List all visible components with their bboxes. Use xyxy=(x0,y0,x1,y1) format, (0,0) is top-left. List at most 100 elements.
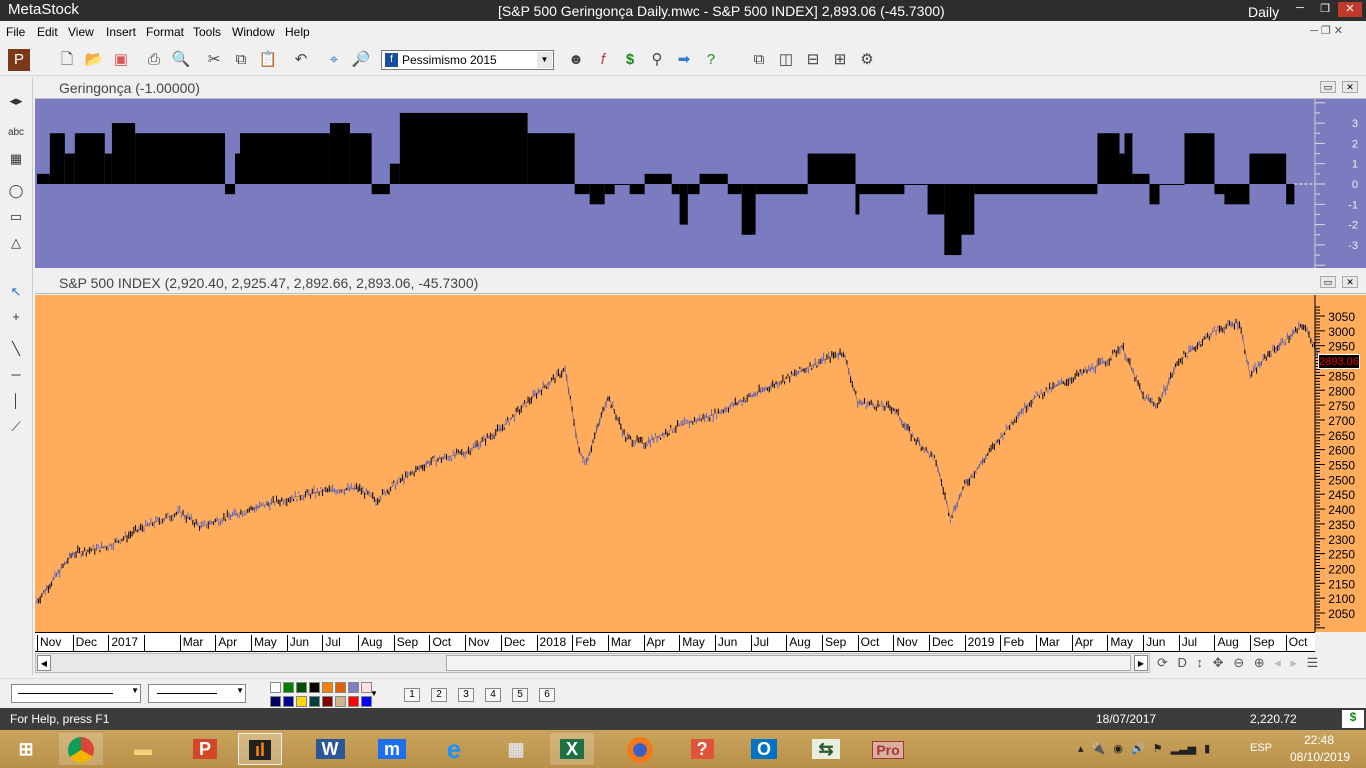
expert-icon[interactable]: ☻ xyxy=(565,49,587,71)
minimize-button[interactable]: ─ xyxy=(1288,2,1312,17)
expert-combo[interactable]: f Pessimismo 2015 ▼ xyxy=(381,50,554,70)
menu-view[interactable]: View xyxy=(68,25,94,39)
color-swatch[interactable] xyxy=(270,682,281,693)
tray-time[interactable]: 22:48 xyxy=(1304,733,1334,747)
text-tool-icon[interactable]: abc xyxy=(5,123,27,143)
menu-format[interactable]: Format xyxy=(146,25,184,39)
windows-start-icon[interactable]: ⊞ xyxy=(4,733,48,765)
help-app-icon[interactable]: ? xyxy=(690,739,714,759)
chrome-icon[interactable] xyxy=(59,733,103,765)
indicator-panel[interactable]: 3 2 1 0 -1 -2 -3 xyxy=(35,99,1366,268)
color-swatch[interactable] xyxy=(335,695,346,707)
settings-gear-icon[interactable]: ⚙ xyxy=(856,49,878,71)
color-swatch[interactable] xyxy=(283,695,294,707)
open-icon[interactable]: 📂 xyxy=(83,49,105,71)
close-button[interactable]: ✕ xyxy=(1338,2,1362,17)
chevron-down-icon[interactable]: ▼ xyxy=(537,52,552,68)
maxthon-icon[interactable]: m xyxy=(377,739,406,759)
outlook-icon[interactable]: O xyxy=(750,739,777,759)
word-icon[interactable]: W xyxy=(315,739,345,759)
firefox-icon[interactable] xyxy=(627,737,653,764)
prev-icon[interactable]: ◂ xyxy=(1274,655,1281,670)
color-swatch[interactable] xyxy=(309,695,320,707)
tray-date[interactable]: 08/10/2019 xyxy=(1290,750,1350,764)
pan-icon[interactable]: ✥ xyxy=(1213,655,1224,670)
chevron-down-icon[interactable]: ▼ xyxy=(370,689,378,698)
scroll-left-button[interactable]: ◀ xyxy=(37,655,51,671)
close-panel-button[interactable]: ✕ xyxy=(1342,81,1358,93)
zoom-icon[interactable]: 🔎 xyxy=(350,49,372,71)
metastock-icon[interactable]: ıl xyxy=(238,733,282,765)
color-swatch[interactable] xyxy=(309,682,320,693)
undo-icon[interactable]: ↶ xyxy=(290,49,312,71)
file-explorer-icon[interactable]: ▬ xyxy=(121,733,165,765)
arrow-right-icon[interactable]: ➡ xyxy=(673,49,695,71)
triangle-tool-icon[interactable]: △ xyxy=(5,233,27,253)
tile-horizontal-icon[interactable]: ⊟ xyxy=(802,49,824,71)
pointer-tool-icon[interactable]: ↖ xyxy=(5,282,27,302)
color-swatch[interactable] xyxy=(335,682,346,693)
metastock-logo-icon[interactable]: P xyxy=(8,49,30,71)
scroll-right-button[interactable]: ▶ xyxy=(1134,655,1148,671)
excel-icon[interactable]: X xyxy=(559,739,584,759)
calculator-icon[interactable]: ▦ xyxy=(494,733,538,765)
color-swatch[interactable] xyxy=(348,695,359,707)
project-icon[interactable]: ⇆ xyxy=(812,739,840,759)
color-swatch[interactable] xyxy=(322,695,333,707)
powerpoint-icon[interactable]: P xyxy=(192,739,217,759)
color-swatch[interactable] xyxy=(283,682,294,693)
horizontal-line-tool-icon[interactable]: ─ xyxy=(5,365,27,385)
copy-icon[interactable]: ⧉ xyxy=(230,49,252,71)
layout-button-2[interactable]: 2 xyxy=(431,688,447,702)
price-panel[interactable]: 3050300029502900285028002750270026502600… xyxy=(35,295,1366,632)
color-swatch[interactable] xyxy=(296,695,307,707)
scroll-thumb[interactable] xyxy=(446,655,1131,671)
menu-window[interactable]: Window xyxy=(232,25,275,39)
rectangle-tool-icon[interactable]: ▭ xyxy=(5,207,27,227)
cascade-icon[interactable]: ⧉ xyxy=(748,49,770,71)
tray-icons[interactable]: ▴ 🔌 ◉ 🔊 ⚑ ▂▃▅ ▮ xyxy=(1078,742,1210,755)
color-swatch[interactable] xyxy=(296,682,307,693)
next-icon[interactable]: ▸ xyxy=(1290,655,1297,670)
vertical-line-tool-icon[interactable]: │ xyxy=(5,391,27,411)
layout-button-3[interactable]: 3 xyxy=(458,688,474,702)
crosshair-tool-icon[interactable]: + xyxy=(5,307,27,327)
grid-tool-icon[interactable]: ▦ xyxy=(5,149,27,169)
color-swatch[interactable] xyxy=(322,682,333,693)
menu-insert[interactable]: Insert xyxy=(106,25,136,39)
color-swatch[interactable] xyxy=(348,682,359,693)
periodicity-button[interactable]: D xyxy=(1178,655,1187,670)
layout-button-4[interactable]: 4 xyxy=(485,688,501,702)
menu-help[interactable]: Help xyxy=(285,25,310,39)
layout-button-1[interactable]: 1 xyxy=(404,688,420,702)
paste-icon[interactable]: 📋 xyxy=(257,49,279,71)
horizontal-scrollbar[interactable]: ◀ ▶ xyxy=(35,653,1150,673)
restore-button[interactable]: ❐ xyxy=(1313,2,1337,17)
save-icon[interactable]: ▣ xyxy=(110,49,132,71)
maximize-panel-button[interactable]: ▭ xyxy=(1320,276,1336,288)
zoom-in-icon[interactable]: ⊕ xyxy=(1254,655,1265,670)
help-pointer-icon[interactable]: ? xyxy=(700,49,722,71)
pro-app-icon[interactable]: Pro xyxy=(872,741,904,759)
maximize-panel-button[interactable]: ▭ xyxy=(1320,81,1336,93)
tile-grid-icon[interactable]: ⊞ xyxy=(829,49,851,71)
list-icon[interactable]: ☰ xyxy=(1307,655,1319,670)
vertical-scale-icon[interactable]: ↕ xyxy=(1197,655,1204,670)
internet-explorer-icon[interactable]: e xyxy=(432,733,476,765)
tile-vertical-icon[interactable]: ◫ xyxy=(775,49,797,71)
print-icon[interactable]: ⎙ xyxy=(143,49,165,71)
formula-icon[interactable]: f xyxy=(592,49,614,71)
explorer-binoculars-icon[interactable]: ⚲ xyxy=(646,49,668,71)
trendline-tool-icon[interactable]: ╲ xyxy=(5,339,27,359)
refresh-icon[interactable]: ⟳ xyxy=(1157,655,1168,670)
layout-button-6[interactable]: 6 xyxy=(539,688,555,702)
layout-button-5[interactable]: 5 xyxy=(512,688,528,702)
close-panel-button[interactable]: ✕ xyxy=(1342,276,1358,288)
ellipse-tool-icon[interactable]: ◯ xyxy=(5,181,27,201)
crosshair-icon[interactable]: ⌖ xyxy=(323,49,345,71)
mdi-controls[interactable]: ─ ❐ ✕ xyxy=(1310,24,1343,37)
tray-language[interactable]: ESP xyxy=(1250,742,1272,754)
cut-icon[interactable]: ✂ xyxy=(203,49,225,71)
line-style-select[interactable]: ▼ xyxy=(11,684,141,703)
dollar-icon[interactable]: $ xyxy=(619,49,641,71)
